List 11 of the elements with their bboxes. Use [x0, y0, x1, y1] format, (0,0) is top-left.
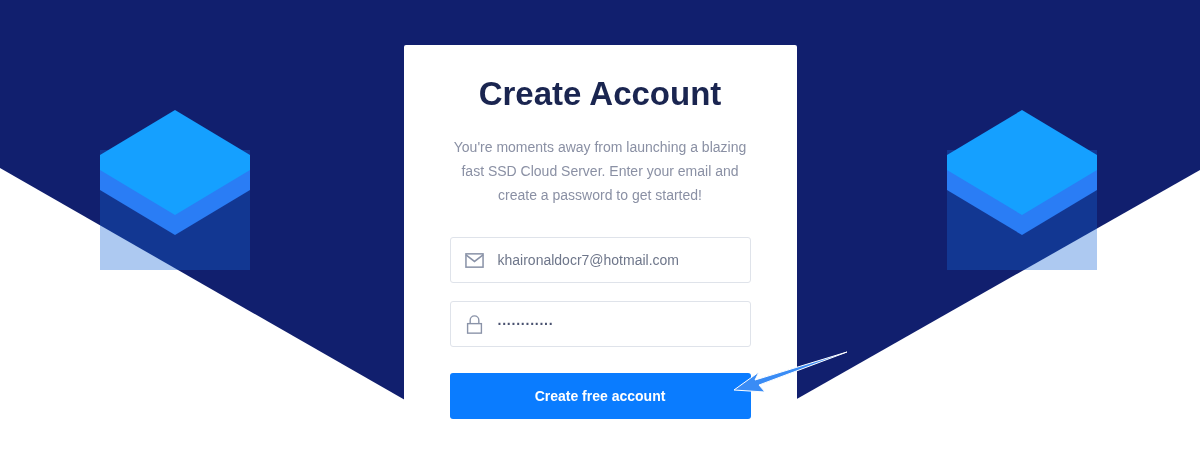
field-value: khaironaldocr7@hotmail.com	[497, 252, 679, 268]
cube-icon	[947, 110, 1097, 270]
card-title: Create Account	[478, 75, 722, 113]
card-description: You're moments away from launching a blazing fast SSD Cloud Server. Enter your email and create a password to get started!	[452, 138, 748, 205]
email-field[interactable]: khaironaldocr7@hotmail.com	[449, 237, 751, 283]
cube-icon	[100, 110, 250, 270]
lock-icon	[464, 314, 484, 334]
create-account-button[interactable]: Create free account	[449, 373, 751, 419]
field-value: ············	[497, 316, 554, 332]
password-field[interactable]: ············	[449, 301, 751, 347]
envelope-icon	[464, 250, 484, 270]
